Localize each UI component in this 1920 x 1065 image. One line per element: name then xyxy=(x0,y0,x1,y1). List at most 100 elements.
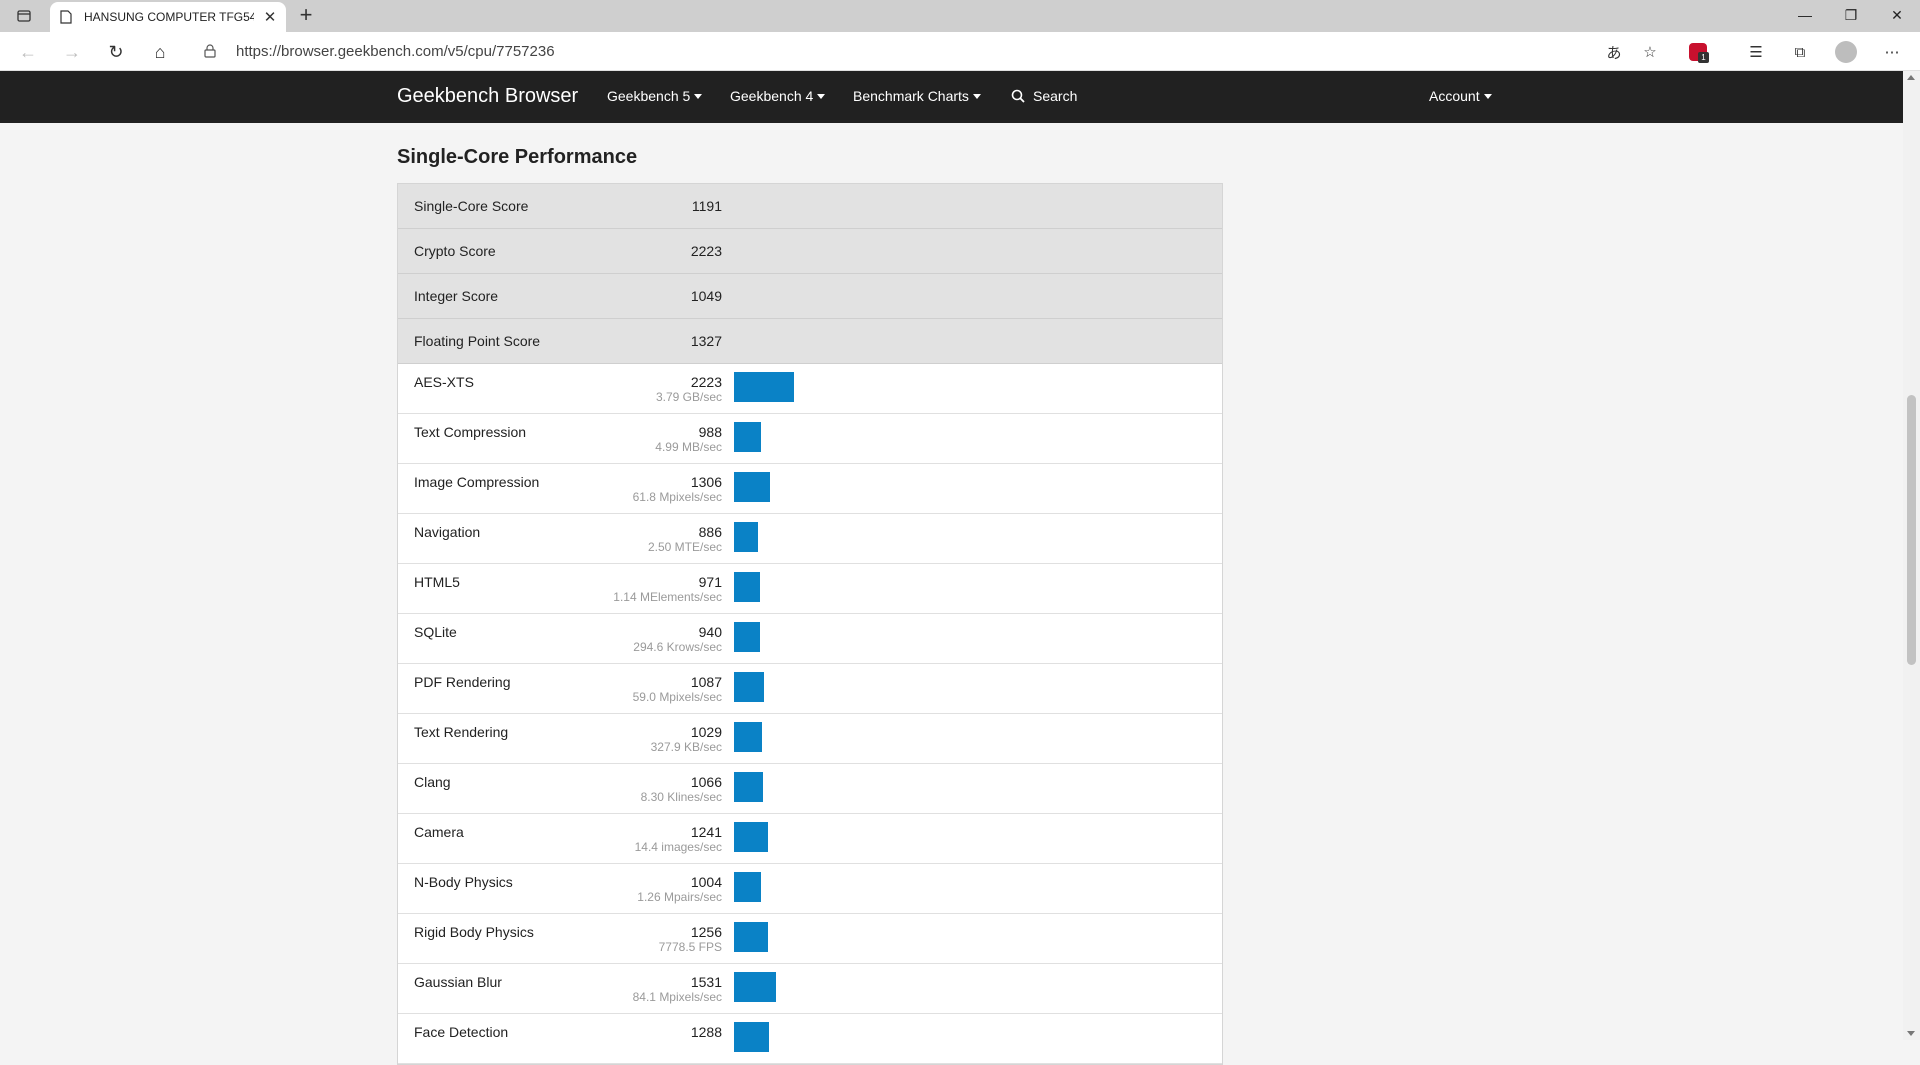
benchmark-name: PDF Rendering xyxy=(414,674,511,690)
section-title: Single-Core Performance xyxy=(397,146,638,168)
new-tab-icon[interactable]: + xyxy=(294,4,318,28)
summary-name: Integer Score xyxy=(414,288,499,304)
minimize-icon[interactable]: — xyxy=(1782,0,1828,30)
caret-down-icon xyxy=(817,94,826,99)
summary-row: Crypto Score 2223 xyxy=(398,229,1222,274)
score-bar xyxy=(734,372,794,402)
benchmark-score: 1531 xyxy=(690,974,722,990)
benchmark-score: 1288 xyxy=(690,1024,722,1040)
refresh-icon[interactable]: ↻ xyxy=(102,38,130,66)
add-favorite-icon[interactable]: ☆ xyxy=(1638,40,1662,64)
benchmark-row: PDF Rendering 1087 59.0 Mpixels/sec xyxy=(398,664,1222,714)
summary-score: 2223 xyxy=(690,243,722,259)
benchmark-rate: 2.50 MTE/sec xyxy=(647,540,722,554)
benchmark-row: AES-XTS 2223 3.79 GB/sec xyxy=(398,364,1222,414)
search-icon xyxy=(1011,89,1025,103)
nav-geekbench4[interactable]: Geekbench 4 xyxy=(730,88,826,104)
summary-row: Floating Point Score 1327 xyxy=(398,319,1222,364)
home-icon[interactable]: ⌂ xyxy=(146,38,174,66)
browser-tab[interactable]: HANSUNG COMPUTER TFG5476 ✕ xyxy=(50,2,286,32)
benchmark-rate: 294.6 Krows/sec xyxy=(633,640,722,654)
read-aloud-icon[interactable]: あ xyxy=(1602,40,1626,64)
url-field[interactable]: https://browser.geekbench.com/v5/cpu/775… xyxy=(192,36,1714,66)
favorites-icon[interactable]: ☰ xyxy=(1744,40,1768,64)
benchmark-name: Face Detection xyxy=(414,1024,509,1040)
site-brand[interactable]: Geekbench Browser xyxy=(397,85,578,108)
scroll-up-icon[interactable] xyxy=(1907,75,1915,80)
page-icon xyxy=(60,9,74,25)
more-icon[interactable]: ⋯ xyxy=(1880,40,1904,64)
benchmark-name: Text Rendering xyxy=(414,724,509,740)
score-bar xyxy=(734,922,768,952)
caret-down-icon xyxy=(1483,94,1492,99)
benchmark-rate: 14.4 images/sec xyxy=(634,840,722,854)
score-bar xyxy=(734,822,768,852)
benchmark-row: Text Rendering 1029 327.9 KB/sec xyxy=(398,714,1222,764)
benchmark-score: 1306 xyxy=(690,474,722,490)
summary-score: 1327 xyxy=(690,333,722,349)
benchmark-score: 971 xyxy=(698,574,722,590)
benchmark-row: SQLite 940 294.6 Krows/sec xyxy=(398,614,1222,664)
benchmark-row: Text Compression 988 4.99 MB/sec xyxy=(398,414,1222,464)
score-bar xyxy=(734,522,758,552)
benchmark-score: 2223 xyxy=(690,374,722,390)
tab-actions-icon[interactable] xyxy=(10,6,38,26)
nav-benchmark-charts-label: Benchmark Charts xyxy=(853,88,969,104)
benchmark-rate: 1.14 MElements/sec xyxy=(613,590,722,604)
benchmark-name: Camera xyxy=(414,824,464,840)
score-bar xyxy=(734,472,770,502)
benchmark-row: Clang 1066 8.30 Klines/sec xyxy=(398,764,1222,814)
score-table: Single-Core Score 1191 Crypto Score 2223 Int… xyxy=(397,183,1223,1065)
benchmark-name: Navigation xyxy=(414,524,481,540)
lock-icon[interactable] xyxy=(204,43,220,59)
score-bar xyxy=(734,872,761,902)
nav-benchmark-charts[interactable]: Benchmark Charts xyxy=(853,88,981,104)
benchmark-name: Gaussian Blur xyxy=(414,974,502,990)
nav-account[interactable]: Account xyxy=(1429,88,1492,104)
restore-icon[interactable]: ❐ xyxy=(1828,0,1874,30)
score-bar xyxy=(734,422,761,452)
benchmark-rate: 327.9 KB/sec xyxy=(650,740,722,754)
benchmark-row: HTML5 971 1.14 MElements/sec xyxy=(398,564,1222,614)
score-bar xyxy=(734,772,763,802)
summary-name: Floating Point Score xyxy=(414,333,541,349)
benchmark-row: Navigation 886 2.50 MTE/sec xyxy=(398,514,1222,564)
tab-close-icon[interactable]: ✕ xyxy=(262,8,278,26)
profile-icon[interactable] xyxy=(1834,40,1858,64)
summary-row: Integer Score 1049 xyxy=(398,274,1222,319)
nav-geekbench5[interactable]: Geekbench 5 xyxy=(607,88,703,104)
address-bar: ← → ↻ ⌂ https://browser.geekbench.com/v5… xyxy=(0,32,1920,71)
benchmark-score: 1087 xyxy=(690,674,722,690)
nav-geekbench5-label: Geekbench 5 xyxy=(607,88,691,104)
nav-geekbench4-label: Geekbench 4 xyxy=(730,88,814,104)
benchmark-name: HTML5 xyxy=(414,574,460,590)
site-navbar: Geekbench Browser Geekbench 5 Geekbench … xyxy=(0,71,1903,123)
benchmark-name: SQLite xyxy=(414,624,457,640)
tab-title: HANSUNG COMPUTER TFG5476 xyxy=(84,10,254,24)
score-bar xyxy=(734,672,764,702)
nav-search[interactable]: Search xyxy=(1011,88,1077,104)
benchmark-row: Camera 1241 14.4 images/sec xyxy=(398,814,1222,864)
benchmark-name: Text Compression xyxy=(414,424,527,440)
collections-icon[interactable]: ⧉ xyxy=(1788,40,1812,64)
adblock-badge: 1 xyxy=(1698,52,1709,63)
benchmark-score: 1256 xyxy=(690,924,722,940)
page-scrollbar[interactable] xyxy=(1903,71,1920,1040)
benchmark-score: 1241 xyxy=(690,824,722,840)
browser-tab-bar: HANSUNG COMPUTER TFG5476 ✕ + — ❐ ✕ xyxy=(0,0,1920,32)
scrollbar-thumb[interactable] xyxy=(1907,395,1916,665)
summary-name: Single-Core Score xyxy=(414,198,529,214)
benchmark-name: Clang xyxy=(414,774,451,790)
nav-account-label: Account xyxy=(1429,88,1480,104)
back-icon[interactable]: ← xyxy=(14,38,42,66)
benchmark-rate: 84.1 Mpixels/sec xyxy=(632,990,722,1004)
adblock-icon[interactable]: 1 xyxy=(1686,40,1710,64)
benchmark-row: N-Body Physics 1004 1.26 Mpairs/sec xyxy=(398,864,1222,914)
window-close-icon[interactable]: ✕ xyxy=(1874,0,1920,30)
benchmark-rate: 4.99 MB/sec xyxy=(655,440,722,454)
score-bar xyxy=(734,722,762,752)
benchmark-score: 1066 xyxy=(690,774,722,790)
forward-icon[interactable]: → xyxy=(58,38,86,66)
scroll-down-icon[interactable] xyxy=(1907,1031,1915,1036)
benchmark-score: 886 xyxy=(698,524,722,540)
